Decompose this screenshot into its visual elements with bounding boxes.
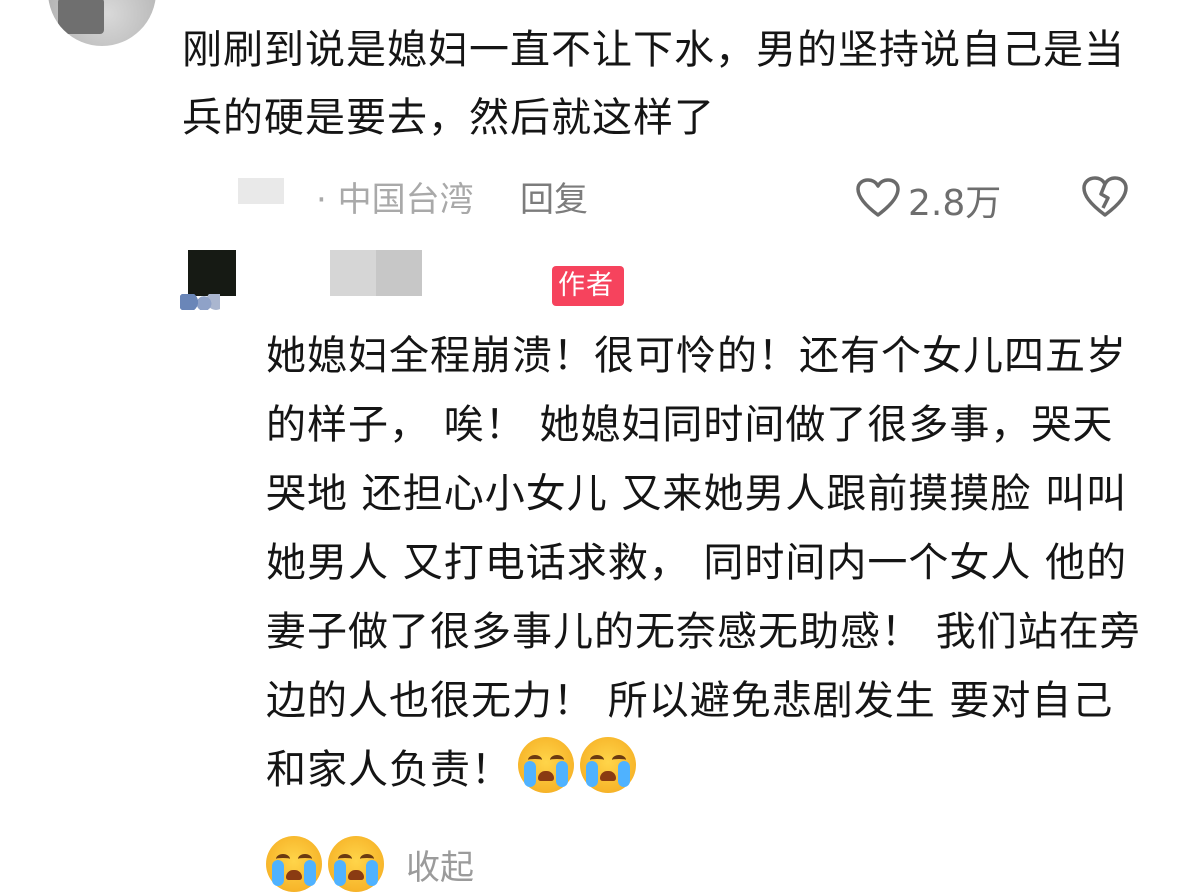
collapse-button[interactable]: 收起 — [406, 840, 474, 889]
comment-text: 刚刷到说是媳妇一直不让下水，男的坚持说自己是当兵的硬是要去，然后就这样了 — [182, 27, 1125, 141]
blurred-reply-username — [330, 250, 422, 296]
broken-heart-icon[interactable] — [1082, 176, 1128, 218]
reply-button[interactable]: 回复 — [520, 172, 588, 221]
author-badge: 作者 — [552, 266, 624, 306]
blurred-username — [238, 178, 284, 204]
reply-emoji-row — [266, 836, 390, 892]
loudly-crying-face-icon — [518, 737, 574, 793]
comment-location: · 中国台湾 — [316, 180, 474, 220]
loudly-crying-face-icon — [266, 836, 322, 892]
like-count: 2.8万 — [908, 183, 1002, 224]
reply-text: 她媳妇全程崩溃！很可怜的！还有个女儿四五岁的样子， 唉！ 她媳妇同时间做了很多事… — [266, 322, 1146, 805]
loudly-crying-face-icon — [580, 737, 636, 793]
reply-author-avatar[interactable] — [180, 250, 236, 312]
heart-outline-icon[interactable] — [856, 178, 900, 218]
commenter-avatar[interactable] — [48, 0, 156, 46]
loudly-crying-face-icon — [328, 836, 384, 892]
reply-text-content: 她媳妇全程崩溃！很可怜的！还有个女儿四五岁的样子， 唉！ 她媳妇同时间做了很多事… — [266, 333, 1141, 793]
